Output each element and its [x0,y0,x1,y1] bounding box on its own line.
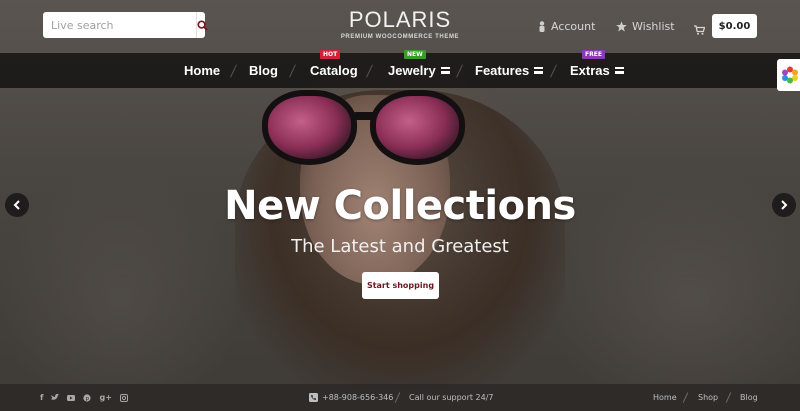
wishlist-label: Wishlist [632,20,675,33]
pinterest-icon[interactable]: p [83,393,92,402]
free-badge: FREE [582,50,605,59]
nav-item-label: Catalog [310,63,358,78]
nav-separator [230,64,237,78]
cart-total-button[interactable]: $0.00 [712,14,757,38]
footer-separator [394,392,401,403]
account-link[interactable]: Account [538,20,595,33]
footer-link-blog[interactable]: Blog [740,393,758,402]
wishlist-link[interactable]: Wishlist [616,20,675,33]
hero-title: New Collections [224,183,576,229]
footer-link-home[interactable]: Home [653,393,677,402]
sunglasses-lens-right [370,90,465,165]
facebook-icon[interactable]: f [40,393,43,402]
social-links: f p g+ [40,393,128,402]
style-switcher-button[interactable] [777,59,800,91]
nav-separator [366,64,373,78]
nav-item-features[interactable]: Features [475,53,544,88]
sunglasses-lens-left [262,90,357,165]
instagram-icon[interactable] [119,393,128,402]
footer-separator [682,392,689,403]
svg-text:p: p [86,396,90,402]
footer-bar: f p g+ +88-908-656-346 Call our support … [0,384,800,411]
support-text: Call our support 24/7 [409,393,494,402]
menu-icon [614,67,624,74]
user-icon [539,21,545,32]
google-plus-icon[interactable]: g+ [99,393,111,402]
logo-subtitle: PREMIUM WOOCOMMERCE THEME [340,34,460,40]
nav-item-label: Jewelry [388,63,436,78]
star-icon [616,21,627,32]
footer-separator [725,392,732,403]
footer-link-shop[interactable]: Shop [698,393,718,402]
hot-badge-overlay: HOT [320,50,341,59]
main-navigation: Home Blog Catalog Jewelry Features Extra… [0,53,800,88]
logo-title: POLARIS [348,7,452,32]
nav-separator [456,64,463,78]
phone-number: +88-908-656-346 [322,393,394,402]
hero-subtitle: The Latest and Greatest [291,236,509,257]
nav-item-label: Extras [570,63,610,78]
cart-icon [694,25,706,35]
nav-separator [550,64,557,78]
nav-item-blog[interactable]: Blog [249,53,278,88]
nav-separator [289,64,296,78]
site-logo[interactable]: POLARIS PREMIUM WOOCOMMERCE THEME [0,7,800,40]
nav-item-label: Features [475,63,530,78]
nav-item-label: Home [184,63,221,78]
youtube-icon[interactable] [67,394,76,402]
menu-icon [534,67,544,74]
support-phone: +88-908-656-346 [309,393,393,402]
cart-icon-link[interactable] [694,20,706,39]
twitter-icon[interactable] [51,394,60,401]
nav-item-label: Blog [249,63,278,78]
phone-icon [309,393,318,402]
account-label: Account [551,20,596,33]
new-badge-overlay: NEW [404,50,426,59]
color-wheel-icon [782,66,798,84]
hero-sunglasses [262,90,472,170]
start-shopping-button[interactable]: Start shopping [362,272,439,299]
menu-icon [440,67,450,74]
nav-item-home[interactable]: Home [184,53,220,88]
